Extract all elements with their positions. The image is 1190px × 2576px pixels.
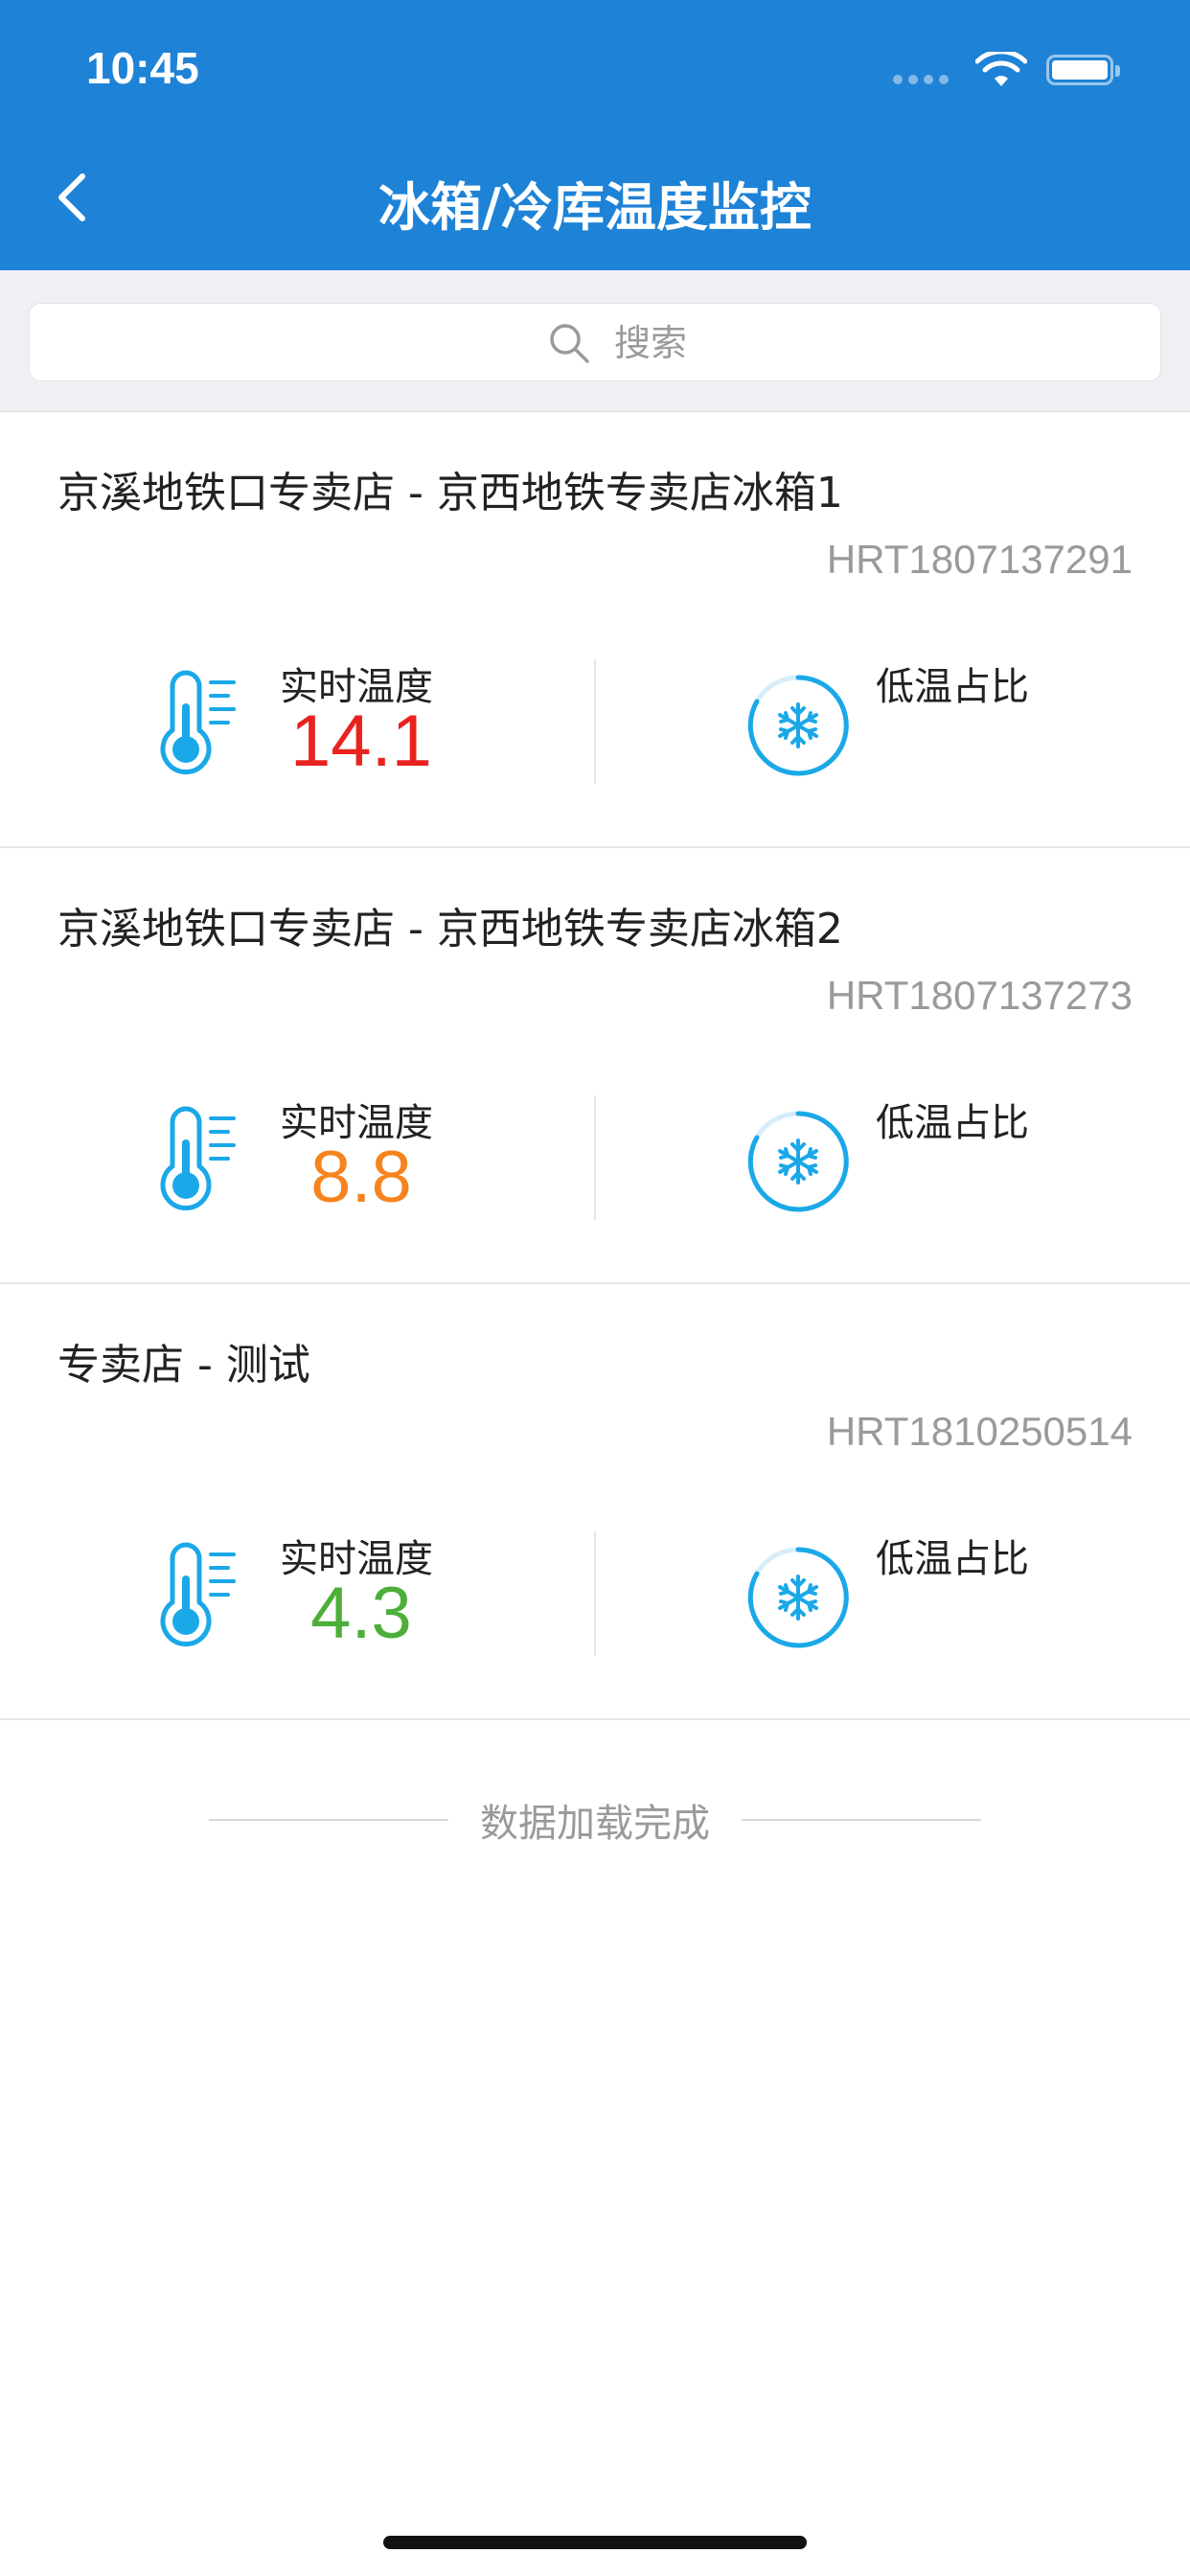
status-time: 10:45 <box>86 43 199 93</box>
cellular-signal-icon <box>893 75 950 84</box>
load-complete-text: 数据加载完成 <box>480 1802 710 1846</box>
thermometer-icon <box>160 670 236 774</box>
status-indicators <box>893 52 1142 90</box>
device-code: HRT1810250514 <box>826 1409 1133 1454</box>
low-temp-ratio-label: 低温占比 <box>876 1537 1029 1581</box>
vertical-divider <box>594 659 596 784</box>
realtime-temp-value: 4.3 <box>310 1573 412 1654</box>
device-card[interactable]: 专卖店 - 测试 HRT1810250514 实时温度 4.3 低温占比 <box>0 1284 1190 1720</box>
realtime-temp-value: 14.1 <box>290 701 432 782</box>
wifi-icon <box>975 52 1027 86</box>
device-card[interactable]: 京溪地铁口专卖店 - 京西地铁专卖店冰箱2 HRT1807137273 实时温度… <box>0 848 1190 1284</box>
thermometer-icon <box>160 1106 236 1210</box>
low-temp-ratio-snowflake-icon <box>747 675 849 776</box>
low-temp-ratio-label: 低温占比 <box>876 1101 1029 1145</box>
thermometer-icon <box>160 1542 236 1646</box>
low-temp-ratio-snowflake-icon <box>747 1111 849 1212</box>
home-indicator[interactable] <box>383 2536 807 2549</box>
realtime-temp-value: 8.8 <box>310 1137 412 1218</box>
header-bar: 10:45 冰箱/冷库温度监控 <box>0 0 1190 270</box>
device-card[interactable]: 京溪地铁口专卖店 - 京西地铁专卖店冰箱1 HRT1807137291 实时温度… <box>0 412 1190 848</box>
low-temp-ratio-snowflake-icon <box>747 1547 849 1648</box>
search-icon <box>550 324 589 363</box>
search-input[interactable] <box>614 317 1093 369</box>
vertical-divider <box>594 1095 596 1220</box>
device-name: 京溪地铁口专卖店 - 京西地铁专卖店冰箱2 <box>57 905 843 954</box>
low-temp-ratio-label: 低温占比 <box>876 665 1029 709</box>
search-box[interactable] <box>29 303 1161 381</box>
vertical-divider <box>594 1531 596 1656</box>
device-code: HRT1807137273 <box>826 973 1133 1018</box>
footer-divider-right <box>742 1819 981 1821</box>
battery-icon <box>1046 55 1120 85</box>
page-title: 冰箱/冷库温度监控 <box>378 177 812 238</box>
device-name: 京溪地铁口专卖店 - 京西地铁专卖店冰箱1 <box>57 469 843 518</box>
device-name: 专卖店 - 测试 <box>57 1341 310 1390</box>
device-code: HRT1807137291 <box>826 537 1133 582</box>
search-bar-container <box>0 270 1190 412</box>
